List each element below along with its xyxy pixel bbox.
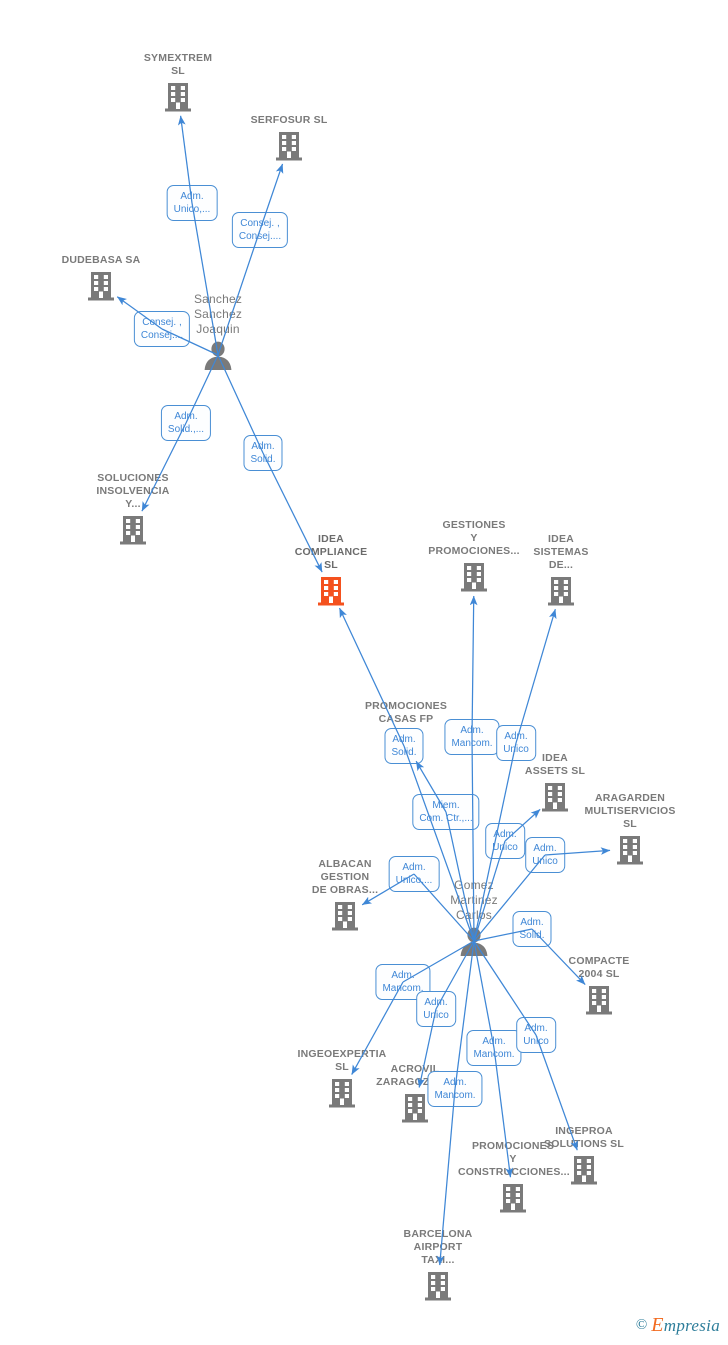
graph-node-serfosur[interactable]: SERFOSUR SL	[234, 114, 344, 168]
graph-node-albacan[interactable]: ALBACAN GESTION DE OBRAS...	[290, 858, 400, 941]
brand-initial: E	[651, 1314, 664, 1336]
building-icon	[46, 269, 156, 308]
building-icon	[234, 129, 344, 168]
network-graph[interactable]: SYMEXTREM SL SERFOSUR SL DUDEBASA SA Sanche…	[0, 0, 728, 1345]
graph-node-soluciones[interactable]: SOLUCIONES INSOLVENCIA Y...	[78, 472, 188, 552]
building-icon	[575, 833, 685, 872]
relation-label-r13[interactable]: Adm. Solid.	[512, 911, 552, 947]
relation-label-r5[interactable]: Adm. Solid.	[243, 435, 283, 471]
relation-label-r3[interactable]: Consej. , Consej....	[133, 311, 191, 347]
graph-node-dudebasa[interactable]: DUDEBASA SA	[46, 254, 156, 308]
node-label-albacan: ALBACAN GESTION DE OBRAS...	[311, 858, 379, 896]
node-label-promoconstr: PROMOCIONES Y CONSTRUCCIONES...	[458, 1140, 570, 1178]
building-icon	[123, 80, 233, 119]
relation-label-r11[interactable]: Adm. Unico	[525, 837, 565, 873]
brand-remainder: mpresia	[663, 1316, 720, 1335]
relation-label-r1[interactable]: Adm. Unico,...	[166, 185, 218, 221]
copyright-icon: ©	[635, 1317, 648, 1333]
relation-label-r9[interactable]: Miem. Com. Ctr.,...	[412, 794, 480, 830]
node-label-aragarden: ARAGARDEN MULTISERVICIOS SL	[584, 792, 676, 830]
node-label-ideasistemas: IDEA SISTEMAS DE...	[533, 533, 589, 571]
building-icon	[276, 574, 386, 613]
relation-label-r17[interactable]: Adm. Unico	[516, 1017, 556, 1053]
node-label-compacte: COMPACTE 2004 SL	[568, 955, 630, 980]
building-icon	[458, 1181, 568, 1220]
brand-name: Empresia	[651, 1314, 720, 1337]
building-icon	[383, 1269, 493, 1308]
building-icon	[544, 983, 654, 1022]
relation-label-r15[interactable]: Adm. Unico	[416, 991, 456, 1027]
node-label-serfosur: SERFOSUR SL	[250, 114, 328, 126]
graph-node-symextrem[interactable]: SYMEXTREM SL	[123, 52, 233, 119]
edge-gomez-to-ideasistemas	[515, 608, 557, 744]
graph-node-barcelonataxi[interactable]: BARCELONA AIRPORT TAXI...	[383, 1228, 493, 1311]
relation-label-r4[interactable]: Adm. Solid.,...	[160, 405, 212, 441]
node-label-dudebasa: DUDEBASA SA	[61, 254, 141, 266]
relation-label-r16[interactable]: Adm. Mancom.	[466, 1030, 522, 1066]
relation-label-r8[interactable]: Adm. Unico	[496, 725, 536, 761]
building-icon	[290, 899, 400, 938]
graph-node-ideacompliance[interactable]: IDEA COMPLIANCE SL	[276, 533, 386, 613]
relation-label-r18[interactable]: Adm. Mancom.	[427, 1071, 483, 1107]
node-label-symextrem: SYMEXTREM SL	[143, 52, 213, 77]
relation-label-r10[interactable]: Adm. Unico	[485, 823, 525, 859]
relation-label-r6[interactable]: Adm. Solid.	[384, 728, 424, 764]
node-label-soluciones: SOLUCIONES INSOLVENCIA Y...	[96, 472, 170, 510]
building-icon	[506, 574, 616, 613]
graph-node-promoconstr[interactable]: PROMOCIONES Y CONSTRUCCIONES...	[458, 1140, 570, 1223]
edge-gomez-to-gestiones	[469, 595, 478, 738]
relation-label-r2[interactable]: Consej. , Consej....	[231, 212, 289, 248]
graph-node-aragarden[interactable]: ARAGARDEN MULTISERVICIOS SL	[575, 792, 685, 875]
building-icon	[78, 513, 188, 552]
graph-node-ideasistemas[interactable]: IDEA SISTEMAS DE...	[506, 533, 616, 613]
graph-node-compacte[interactable]: COMPACTE 2004 SL	[544, 955, 654, 1025]
empresia-watermark: © Empresia	[636, 1314, 720, 1337]
node-label-ideacompliance: IDEA COMPLIANCE SL	[294, 533, 368, 571]
relation-label-r7[interactable]: Adm. Mancom.	[444, 719, 500, 755]
node-label-barcelonataxi: BARCELONA AIRPORT TAXI...	[403, 1228, 473, 1266]
relation-label-r12[interactable]: Adm. Unico,...	[388, 856, 440, 892]
